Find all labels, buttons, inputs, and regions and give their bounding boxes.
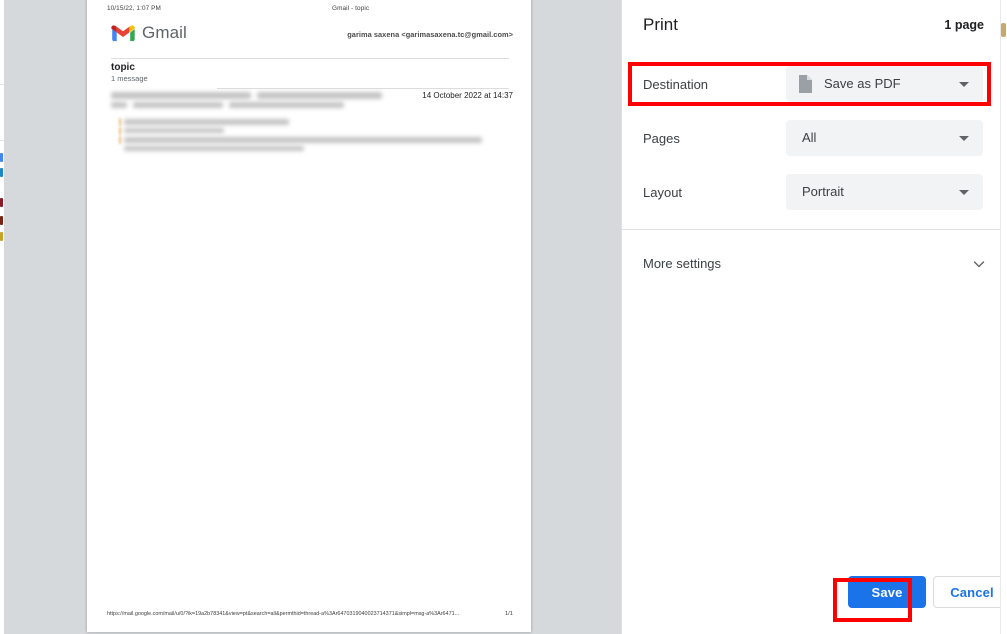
pages-select[interactable]: All	[786, 120, 983, 156]
layout-select[interactable]: Portrait	[786, 174, 983, 210]
redacted-marker	[119, 127, 121, 135]
document-divider	[111, 58, 509, 59]
chevron-down-icon	[959, 82, 969, 87]
redacted-text	[124, 119, 289, 125]
print-settings-panel: Print 1 page Destination Save as PDF Pag…	[621, 0, 1007, 634]
print-dialog-screen: 10/15/22, 1:07 PM Gmail - topic Gmail ga…	[0, 0, 1007, 634]
document-account: garima saxena <garimasaxena.tc@gmail.com…	[347, 30, 513, 39]
gmail-wordmark: Gmail	[142, 23, 187, 42]
redacted-text	[229, 102, 344, 108]
document-header: 10/15/22, 1:07 PM Gmail - topic	[87, 5, 531, 15]
setting-row-pages: Pages All	[622, 120, 1001, 156]
sliver-icon	[0, 153, 3, 162]
document-message-date: 14 October 2022 at 14:37	[422, 91, 513, 100]
setting-row-layout: Layout Portrait	[622, 174, 1001, 210]
gmail-m-icon	[111, 25, 135, 42]
more-settings-toggle[interactable]: More settings	[622, 246, 1001, 282]
layout-label: Layout	[643, 184, 683, 200]
panel-footer: Save Cancel	[622, 562, 1007, 634]
scrollbar-thumb[interactable]	[1001, 23, 1006, 37]
destination-label: Destination	[643, 76, 709, 92]
more-settings-label: More settings	[643, 256, 722, 271]
document-divider	[217, 88, 509, 89]
destination-value: Save as PDF	[824, 76, 901, 91]
pdf-document-icon	[799, 75, 812, 93]
panel-header: Print 1 page	[622, 0, 1001, 56]
sliver-icon	[0, 198, 3, 207]
panel-divider	[622, 229, 1001, 230]
pages-value: All	[802, 130, 817, 145]
document-subject: topic	[111, 62, 135, 73]
document-message-count: 1 message	[111, 74, 148, 83]
redacted-text	[124, 146, 304, 151]
redacted-text	[257, 92, 382, 99]
destination-select[interactable]: Save as PDF	[786, 66, 983, 102]
redacted-text	[124, 137, 482, 143]
redacted-text	[133, 102, 223, 108]
sliver-icon	[0, 168, 3, 177]
gmail-brand-row: Gmail garima saxena <garimasaxena.tc@gma…	[87, 24, 531, 52]
save-button[interactable]: Save	[848, 576, 926, 608]
print-preview-area: 10/15/22, 1:07 PM Gmail - topic Gmail ga…	[4, 0, 621, 634]
document-header-date: 10/15/22, 1:07 PM	[107, 5, 161, 12]
preview-page: 10/15/22, 1:07 PM Gmail - topic Gmail ga…	[87, 0, 531, 632]
page-count-label: 1 page	[944, 18, 984, 32]
window-scrollbar[interactable]	[1000, 0, 1007, 634]
sliver-icon	[0, 216, 3, 225]
page-title: Print	[643, 15, 678, 34]
redacted-marker	[119, 118, 121, 126]
redacted-text	[111, 102, 127, 108]
document-footer-url: https://mail.google.com/mail/u/0/?ik=19a…	[107, 611, 460, 617]
chevron-down-icon	[959, 190, 969, 195]
document-header-title: Gmail - topic	[332, 5, 370, 12]
pages-label: Pages	[643, 130, 680, 146]
sliver-icon	[0, 232, 3, 241]
chevron-down-icon	[959, 136, 969, 141]
layout-value: Portrait	[802, 184, 844, 199]
chevron-down-icon	[973, 261, 985, 268]
setting-row-destination: Destination Save as PDF	[622, 66, 1001, 102]
redacted-text	[124, 128, 224, 133]
document-footer-page: 1/1	[504, 611, 513, 617]
gmail-logo: Gmail	[111, 24, 187, 42]
cancel-button[interactable]: Cancel	[933, 576, 1007, 608]
redacted-marker	[119, 136, 121, 144]
document-footer: https://mail.google.com/mail/u/0/?ik=19a…	[87, 611, 531, 620]
redacted-text	[111, 92, 251, 99]
